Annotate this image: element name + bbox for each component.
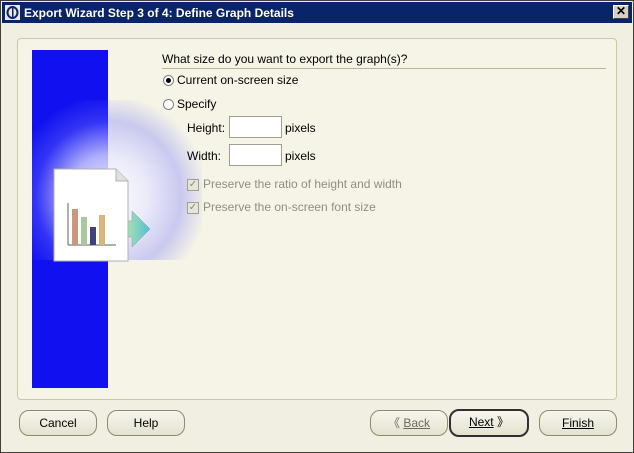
cancel-button[interactable]: Cancel <box>19 410 97 436</box>
height-unit: pixels <box>285 121 316 135</box>
current-size-label[interactable]: Current on-screen size <box>177 73 298 87</box>
width-unit: pixels <box>285 149 316 163</box>
next-button[interactable]: Next 》 <box>449 409 529 437</box>
cancel-button-label: Cancel <box>39 416 77 430</box>
window-title: Export Wizard Step 3 of 4: Define Graph … <box>24 6 294 20</box>
wizard-content-panel: What size do you want to export the grap… <box>17 38 617 400</box>
finish-button-label: Finish <box>561 416 594 430</box>
back-chevron-icon: 《 <box>387 416 400 430</box>
preserve-font-checkbox[interactable]: ✓ <box>187 202 199 214</box>
export-wizard-dialog: Export Wizard Step 3 of 4: Define Graph … <box>0 0 634 453</box>
help-button-label: Help <box>133 416 159 430</box>
next-button-label: Next <box>468 415 494 429</box>
export-graph-illustration-icon <box>53 168 151 262</box>
help-button[interactable]: Help <box>107 410 185 436</box>
width-label: Width: <box>187 149 222 163</box>
specify-radio[interactable] <box>163 99 174 110</box>
width-input[interactable] <box>229 144 282 166</box>
next-chevron-icon: 》 <box>497 415 510 429</box>
current-size-radio[interactable] <box>163 75 174 86</box>
title-bar[interactable]: Export Wizard Step 3 of 4: Define Graph … <box>2 2 632 23</box>
specify-label[interactable]: Specify <box>177 97 216 111</box>
preserve-ratio-checkbox[interactable]: ✓ <box>187 179 199 191</box>
size-question-heading: What size do you want to export the grap… <box>162 52 606 69</box>
finish-button[interactable]: Finish <box>539 410 617 436</box>
preserve-font-label: Preserve the on-screen font size <box>203 200 376 214</box>
app-icon <box>5 5 20 20</box>
height-label: Height: <box>187 121 226 135</box>
preserve-ratio-label: Preserve the ratio of height and width <box>203 177 402 191</box>
close-icon[interactable]: ✕ <box>613 5 629 19</box>
height-input[interactable] <box>229 116 282 138</box>
back-button[interactable]: 《 Back <box>370 410 448 436</box>
back-button-label: Back <box>403 416 431 430</box>
